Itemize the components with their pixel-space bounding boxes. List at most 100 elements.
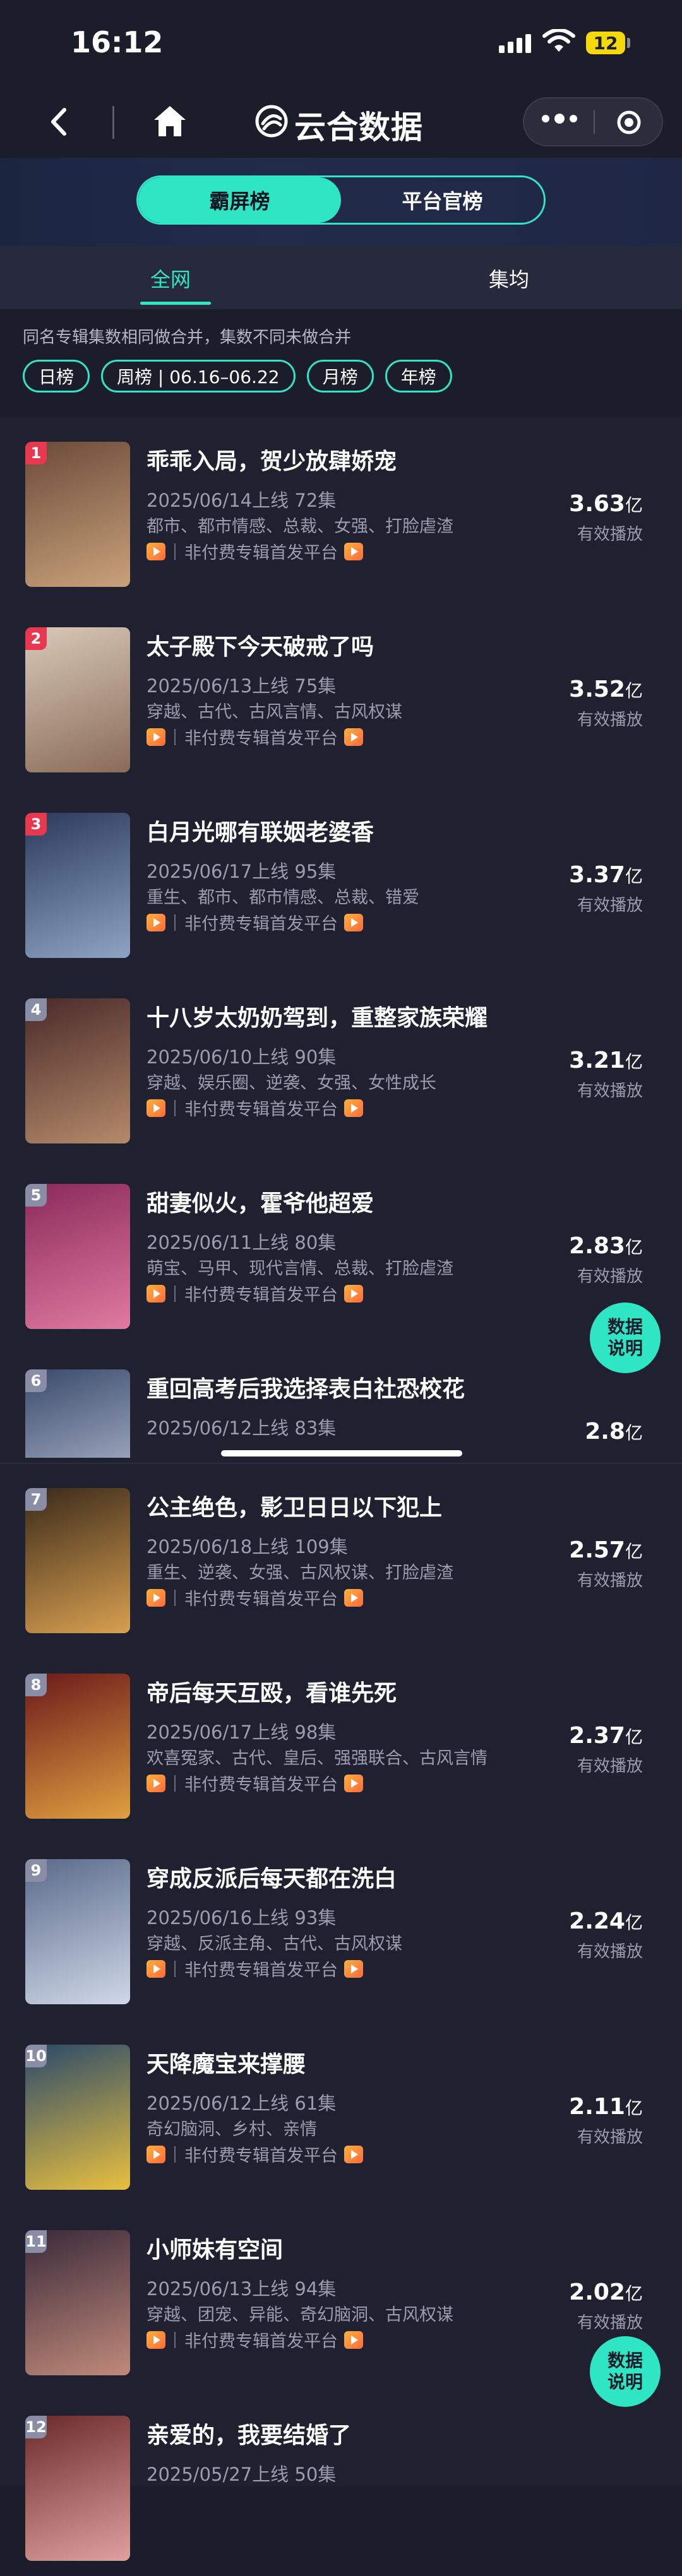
drama-title[interactable]: 帝后每天互殴，看谁先死	[147, 1675, 397, 1708]
chip-daily[interactable]: 日榜	[23, 360, 90, 393]
release-date-episodes: 2025/06/13上线 94集	[147, 2278, 337, 2300]
play-count: 2.11亿	[569, 2094, 643, 2120]
genre-tags: 穿越、古代、古风言情、古风权谋	[147, 702, 402, 722]
active-tab-underline	[140, 302, 211, 305]
play-count-value: 3.37	[569, 862, 625, 888]
metric-label: 有效播放	[577, 711, 643, 730]
nav-bar: 云合数据	[0, 88, 682, 158]
ranking-row[interactable]: 3 白月光哪有联姻老婆香 2025/06/17上线 95集 重生、都市、都市情感…	[0, 788, 682, 973]
platform-line: 非付费专辑首发平台	[147, 1956, 363, 1981]
divider	[174, 2146, 176, 2163]
release-date-episodes: 2025/06/18上线 109集	[147, 1536, 348, 1557]
genre-tags: 穿越、娱乐圈、逆袭、女强、女性成长	[147, 1073, 436, 1093]
play-app-icon	[147, 728, 165, 746]
ranking-row[interactable]: 6 重回高考后我选择表白社恐校花 2025/06/12上线 83集 非付费专辑首…	[0, 1344, 682, 1458]
divider	[174, 1960, 176, 1977]
release-date-episodes: 2025/06/11上线 80集	[147, 1232, 337, 1253]
platform-line: 非付费专辑首发平台	[147, 724, 363, 749]
drama-title[interactable]: 公主绝色，影卫日日以下犯上	[147, 1489, 442, 1522]
play-app-icon	[344, 1284, 363, 1303]
ranking-row[interactable]: 4 十八岁太奶奶驾到，重整家族荣耀 2025/06/10上线 90集 穿越、娱乐…	[0, 973, 682, 1159]
divider	[174, 543, 176, 560]
divider	[174, 1099, 176, 1116]
drama-title[interactable]: 穿成反派后每天都在洗白	[147, 1860, 397, 1893]
platform-line: 非付费专辑首发平台	[147, 910, 363, 935]
chip-monthly[interactable]: 月榜	[306, 360, 374, 393]
drama-title[interactable]: 天降魔宝来撑腰	[147, 2046, 306, 2079]
drag-handle[interactable]	[221, 1450, 462, 1456]
ranking-row[interactable]: 11 小师妹有空间 2025/06/13上线 94集 穿越、团宠、异能、奇幻脑洞…	[0, 2205, 682, 2390]
tab-all-network[interactable]: 全网	[150, 264, 191, 293]
drama-title[interactable]: 太子殿下今天破戒了吗	[147, 629, 374, 661]
play-app-icon	[147, 1959, 165, 1978]
chip-yearly[interactable]: 年榜	[385, 360, 452, 393]
ranking-row[interactable]: 8 帝后每天互殴，看谁先死 2025/06/17上线 98集 欢喜冤家、古代、皇…	[0, 1648, 682, 1834]
sheet-edge	[0, 1463, 682, 1464]
back-arrow-icon[interactable]	[44, 106, 76, 138]
data-explanation-line1: 数据	[607, 1316, 643, 1337]
play-app-icon	[344, 2145, 363, 2163]
data-explanation-button-2[interactable]: 数据 说明	[590, 2336, 661, 2407]
yunhe-logo-icon	[255, 105, 288, 138]
play-count-unit: 亿	[625, 1237, 643, 1258]
play-app-icon	[147, 2145, 165, 2163]
period-filter: 日榜 周榜 | 06.16–06.22 月榜 年榜	[23, 360, 452, 393]
ranking-row[interactable]: 12 亲爱的，我要结婚了 2025/05/27上线 50集 非付费专辑首发平台 …	[0, 2390, 682, 2576]
drama-title[interactable]: 白月光哪有联姻老婆香	[147, 814, 374, 847]
play-count-unit: 亿	[625, 1541, 643, 1562]
drama-title[interactable]: 小师妹有空间	[147, 2231, 283, 2264]
ranking-row[interactable]: 9 穿成反派后每天都在洗白 2025/06/16上线 93集 穿越、反派主角、古…	[0, 1834, 682, 2019]
drama-title[interactable]: 甜妻似火，霍爷他超爱	[147, 1185, 374, 1218]
platform-text: 非付费专辑首发平台	[184, 2146, 338, 2166]
ranking-row[interactable]: 7 公主绝色，影卫日日以下犯上 2025/06/18上线 109集 重生、逆袭、…	[0, 1463, 682, 1648]
genre-tags: 穿越、反派主角、古代、古风权谋	[147, 1934, 402, 1954]
play-count-unit: 亿	[625, 495, 643, 516]
drama-title[interactable]: 亲爱的，我要结婚了	[147, 2417, 351, 2450]
ranking-row[interactable]: 5 甜妻似火，霍爷他超爱 2025/06/11上线 80集 萌宝、马甲、现代言情…	[0, 1159, 682, 1344]
cellular-signal-icon	[499, 34, 531, 53]
ranking-row[interactable]: 2 太子殿下今天破戒了吗 2025/06/13上线 75集 穿越、古代、古风言情…	[0, 602, 682, 788]
drama-title[interactable]: 乖乖入局，贺少放肆娇宠	[147, 443, 397, 476]
nav-divider	[112, 106, 114, 139]
home-icon[interactable]	[152, 103, 188, 139]
rank-badge: 11	[25, 2230, 47, 2253]
metric-label: 有效播放	[577, 1082, 643, 1101]
release-date-episodes: 2025/05/27上线 50集	[147, 2464, 337, 2485]
release-date-episodes: 2025/06/14上线 72集	[147, 490, 337, 511]
segment-bapingbang[interactable]: 霸屏榜	[138, 177, 341, 223]
segment-platform-official[interactable]: 平台官榜	[341, 177, 544, 223]
ranking-row[interactable]: 1 乖乖入局，贺少放肆娇宠 2025/06/14上线 72集 都市、都市情感、总…	[0, 417, 682, 602]
metric-label: 有效播放	[577, 896, 643, 915]
more-options-icon[interactable]	[542, 114, 577, 124]
play-count-unit: 亿	[625, 1727, 643, 1747]
play-count-unit: 亿	[625, 1051, 643, 1072]
play-count: 2.57亿	[569, 1537, 643, 1563]
release-date-episodes: 2025/06/17上线 95集	[147, 861, 337, 882]
drama-title[interactable]: 重回高考后我选择表白社恐校花	[147, 1371, 465, 1403]
metric-label: 有效播放	[577, 2313, 643, 2332]
play-count-value: 2.83	[569, 1233, 625, 1259]
genre-tags: 穿越、团宠、异能、奇幻脑洞、古风权谋	[147, 2305, 453, 2325]
drama-title[interactable]: 十八岁太奶奶驾到，重整家族荣耀	[147, 1000, 488, 1032]
rank-badge: 7	[25, 1488, 47, 1511]
data-explanation-line1: 数据	[607, 2350, 643, 2371]
play-count-value: 3.21	[569, 1048, 625, 1073]
play-app-icon	[344, 542, 363, 560]
ranking-row[interactable]: 10 天降魔宝来撑腰 2025/06/12上线 61集 奇幻脑洞、乡村、亲情 非…	[0, 2019, 682, 2205]
data-explanation-button[interactable]: 数据 说明	[590, 1303, 661, 1373]
scope-tabs: 全网 集均	[0, 246, 682, 309]
divider	[174, 1589, 176, 1606]
genre-tags: 萌宝、马甲、现代言情、总裁、打脸虐渣	[147, 1259, 453, 1279]
play-count-unit: 亿	[625, 866, 643, 887]
play-app-icon	[147, 1284, 165, 1303]
close-miniprogram-icon[interactable]	[616, 110, 642, 135]
play-count-unit: 亿	[625, 1912, 643, 1933]
play-app-icon	[344, 2331, 363, 2349]
chip-weekly[interactable]: 周榜 | 06.16–06.22	[101, 360, 296, 393]
play-count: 3.37亿	[569, 862, 643, 888]
play-count-value: 2.57	[569, 1537, 625, 1563]
tab-episode-average[interactable]: 集均	[489, 264, 529, 293]
rank-badge: 8	[25, 1674, 47, 1696]
metric-label: 有效播放	[577, 2128, 643, 2147]
release-date-episodes: 2025/06/17上线 98集	[147, 1722, 337, 1743]
